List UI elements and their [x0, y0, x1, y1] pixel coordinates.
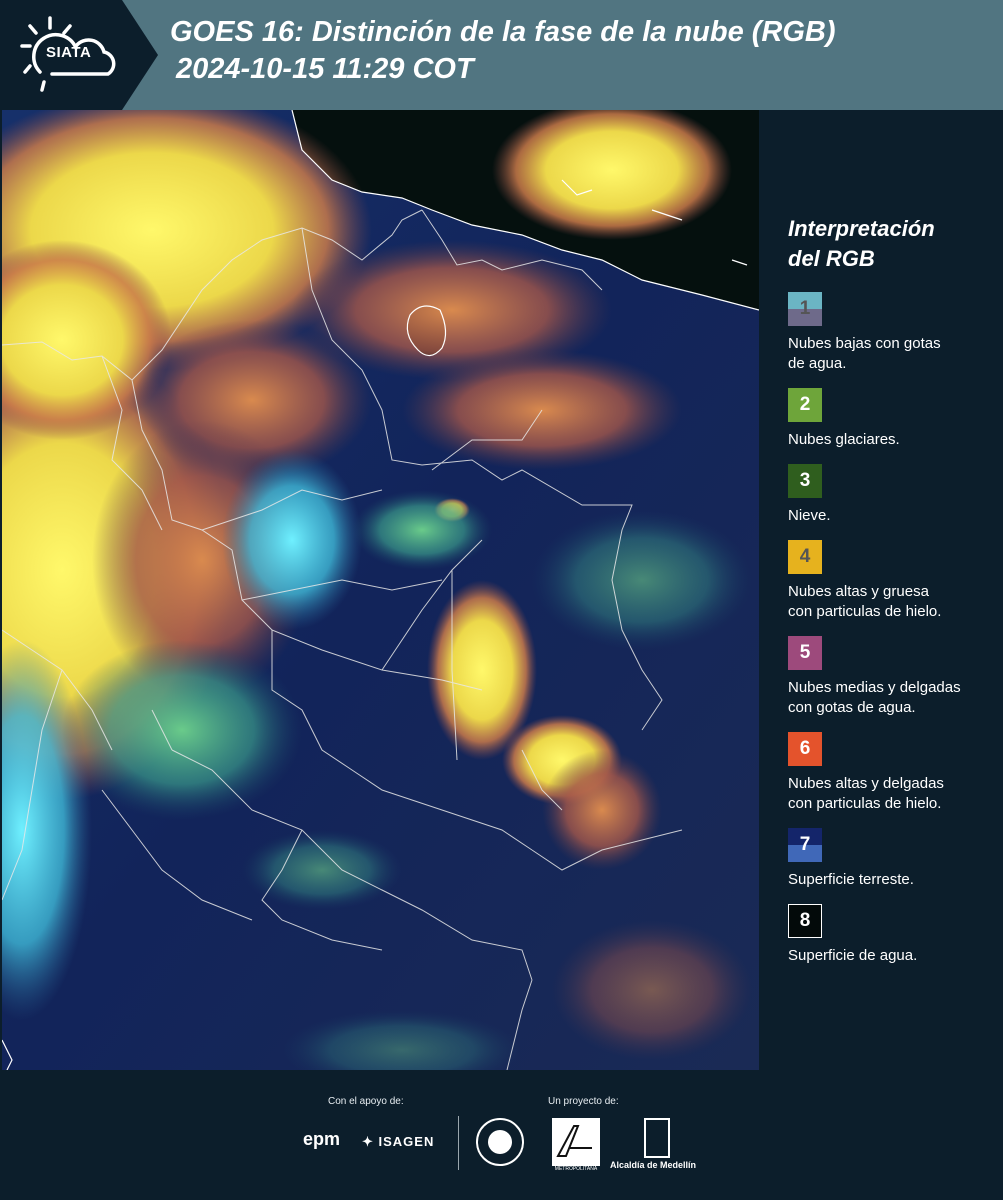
legend-label-line: Nubes bajas con gotas	[788, 335, 941, 352]
legend-label-line: con particulas de hielo.	[788, 795, 942, 812]
legend-item: 6 Nubes altas y delgadas con particulas …	[788, 732, 988, 814]
logo-text: SIATA	[46, 44, 92, 61]
legend-item: 7 Superficie terreste.	[788, 828, 988, 890]
legend-label-line: con particulas de hielo.	[788, 603, 942, 620]
legend-label: Nieve.	[788, 506, 988, 526]
rgb-imagery	[2, 110, 759, 1070]
legend-swatch: 3	[788, 464, 822, 498]
area-logo-icon	[556, 1125, 592, 1157]
antioquia-seal-icon	[476, 1118, 524, 1166]
legend-number: 5	[799, 642, 811, 663]
page-title: GOES 16: Distinción de la fase de la nub…	[170, 14, 836, 88]
legend-number: 6	[799, 738, 811, 759]
legend-label-line: Nubes altas y gruesa	[788, 583, 929, 600]
area-metropolitana-text: METROPOLITANA	[554, 1166, 598, 1172]
legend-title: Interpretación del RGB	[788, 214, 988, 274]
legend-label: Superficie de agua.	[788, 946, 988, 966]
legend-label-line: Nubes glaciares.	[788, 431, 900, 448]
epm-logo: epm	[303, 1129, 341, 1149]
title-timestamp: 2024-10-15 11:29 COT	[176, 53, 474, 85]
legend-swatch: 8	[788, 904, 822, 938]
legend-label-line: de agua.	[788, 355, 847, 372]
support-label: Con el apoyo de:	[328, 1096, 404, 1107]
legend-item: 8 Superficie de agua.	[788, 904, 988, 966]
isagen-text: ISAGEN	[378, 1134, 435, 1149]
footer: Con el apoyo de: Un proyecto de: epm ✦ I…	[0, 1072, 1003, 1200]
satellite-rgb-map	[2, 110, 759, 1070]
legend-label: Superficie terreste.	[788, 870, 988, 890]
legend-title-line2: del RGB	[788, 246, 875, 271]
legend-item: 5 Nubes medias y delgadas con gotas de a…	[788, 636, 988, 718]
legend-swatch: 4	[788, 540, 822, 574]
legend-item: 2 Nubes glaciares.	[788, 388, 988, 450]
legend-label: Nubes altas y gruesa con particulas de h…	[788, 582, 988, 622]
legend-number: 2	[799, 394, 811, 415]
legend-label: Nubes glaciares.	[788, 430, 988, 450]
medellin-shield-icon	[644, 1118, 670, 1158]
legend-label-line: con gotas de agua.	[788, 699, 916, 716]
legend-number: 8	[799, 910, 811, 931]
legend-swatch: 7	[788, 828, 822, 862]
legend-item: 3 Nieve.	[788, 464, 988, 526]
legend-label-line: Nieve.	[788, 507, 831, 524]
legend-number: 4	[799, 546, 811, 567]
isagen-logo: ✦ ISAGEN	[362, 1134, 435, 1149]
legend-number: 3	[799, 470, 811, 491]
legend-swatch: 6	[788, 732, 822, 766]
seal-center	[488, 1130, 512, 1154]
legend-number: 7	[799, 834, 811, 855]
legend-label-line: Superficie de agua.	[788, 947, 918, 964]
legend-label: Nubes altas y delgadas con particulas de…	[788, 774, 988, 814]
legend-label-line: Nubes medias y delgadas	[788, 679, 961, 696]
header-bar: SIATA GOES 16: Distinción de la fase de …	[0, 0, 1003, 110]
medellin-logo-text: Alcaldía de Medellín	[610, 1160, 697, 1170]
legend-item: 1 Nubes bajas con gotas de agua.	[788, 292, 988, 374]
siata-logo: SIATA	[0, 0, 160, 110]
legend: Interpretación del RGB 1 Nubes bajas con…	[788, 214, 988, 980]
legend-label: Nubes medias y delgadas con gotas de agu…	[788, 678, 988, 718]
area-metropolitana-logo	[552, 1118, 600, 1166]
legend-swatch: 5	[788, 636, 822, 670]
legend-label: Nubes bajas con gotas de agua.	[788, 334, 988, 374]
legend-number: 1	[799, 298, 811, 319]
legend-swatch: 2	[788, 388, 822, 422]
footer-divider	[458, 1116, 459, 1170]
legend-label-line: Nubes altas y delgadas	[788, 775, 944, 792]
project-label: Un proyecto de:	[548, 1096, 619, 1107]
legend-title-line1: Interpretación	[788, 216, 935, 241]
title-product: GOES 16: Distinción de la fase de la nub…	[170, 16, 836, 48]
legend-item: 4 Nubes altas y gruesa con particulas de…	[788, 540, 988, 622]
legend-swatch: 1	[788, 292, 822, 326]
legend-label-line: Superficie terreste.	[788, 871, 914, 888]
